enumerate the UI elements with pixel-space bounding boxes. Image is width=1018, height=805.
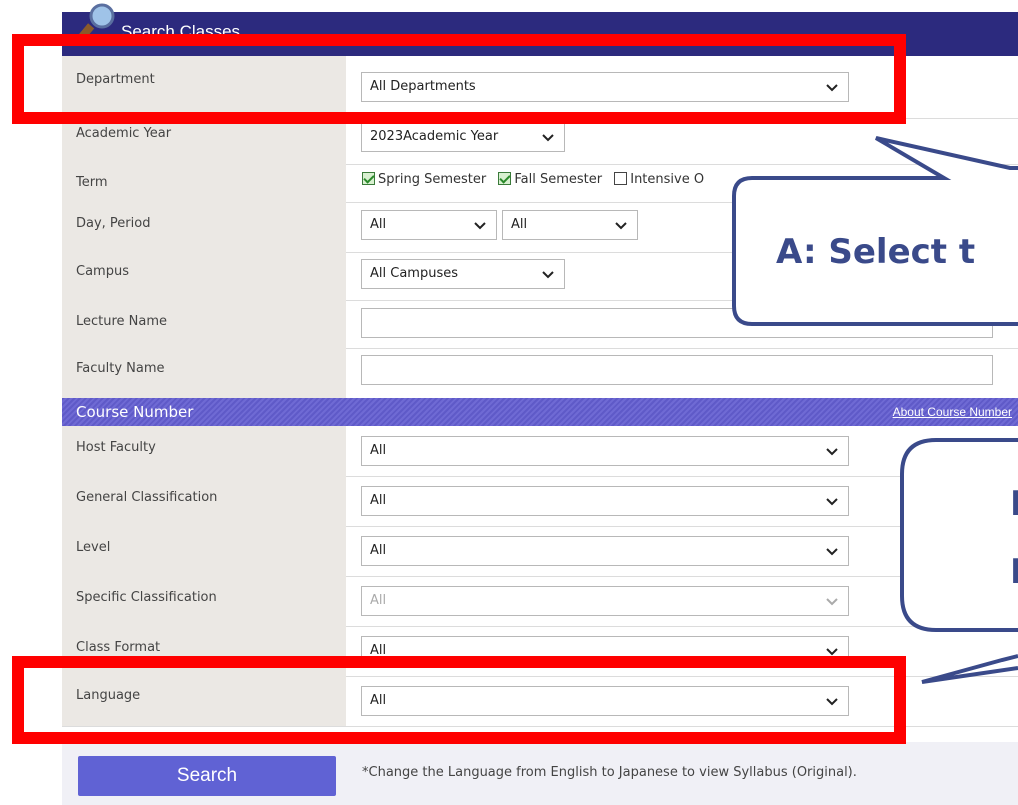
day-period-label: Day, Period (76, 216, 151, 231)
lecture-name-label: Lecture Name (76, 314, 168, 329)
academic-year-label: Academic Year (76, 126, 172, 141)
about-course-number-link[interactable]: About Course Number (893, 405, 1012, 419)
course-number-bar: Course Number About Course Number (62, 398, 1018, 426)
specific-classification-select: All (361, 586, 849, 616)
search-button[interactable]: Search (78, 756, 336, 796)
callout-b-line1: I (1010, 484, 1018, 524)
checkbox-checked-icon (362, 172, 375, 185)
course-number-title: Course Number (76, 403, 194, 421)
lecture-name-input[interactable] (361, 308, 993, 338)
department-highlight-box (12, 34, 906, 124)
day-select[interactable]: All (361, 210, 497, 240)
level-label: Level (76, 540, 111, 555)
term-label: Term (76, 175, 108, 190)
term-options: Spring Semester Fall Semester Intensive … (362, 172, 712, 187)
callout-b-line2: I (1010, 552, 1018, 592)
chevron-down-icon (542, 134, 554, 142)
general-classification-label: General Classification (76, 490, 218, 505)
chevron-down-icon (615, 222, 627, 230)
chevron-down-icon (826, 548, 838, 556)
chevron-down-icon (826, 448, 838, 456)
campus-label: Campus (76, 264, 129, 279)
level-select[interactable]: All (361, 536, 849, 566)
general-classification-select[interactable]: All (361, 486, 849, 516)
checkbox-checked-icon (498, 172, 512, 185)
chevron-down-icon (826, 598, 838, 606)
host-faculty-select[interactable]: All (361, 436, 849, 466)
academic-year-value: 2023Academic Year (370, 129, 499, 144)
class-format-label: Class Format (76, 640, 161, 655)
faculty-name-label: Faculty Name (76, 361, 165, 376)
chevron-down-icon (474, 222, 486, 230)
checkbox-empty-icon (614, 172, 628, 185)
chevron-down-icon (542, 271, 554, 279)
campus-select[interactable]: All Campuses (361, 259, 565, 289)
specific-classification-label: Specific Classification (76, 590, 217, 605)
chevron-down-icon (826, 498, 838, 506)
language-highlight-box (12, 656, 906, 744)
academic-year-select[interactable]: 2023Academic Year (361, 122, 565, 152)
term-fall-option[interactable]: Fall Semester (498, 172, 602, 187)
faculty-name-input[interactable] (361, 355, 993, 385)
term-intensive-option[interactable]: Intensive O (614, 172, 704, 187)
host-faculty-label: Host Faculty (76, 440, 156, 455)
period-select[interactable]: All (502, 210, 638, 240)
term-spring-option[interactable]: Spring Semester (362, 172, 486, 187)
language-note: *Change the Language from English to Jap… (362, 765, 857, 780)
callout-a-text: A: Select t (776, 232, 976, 272)
